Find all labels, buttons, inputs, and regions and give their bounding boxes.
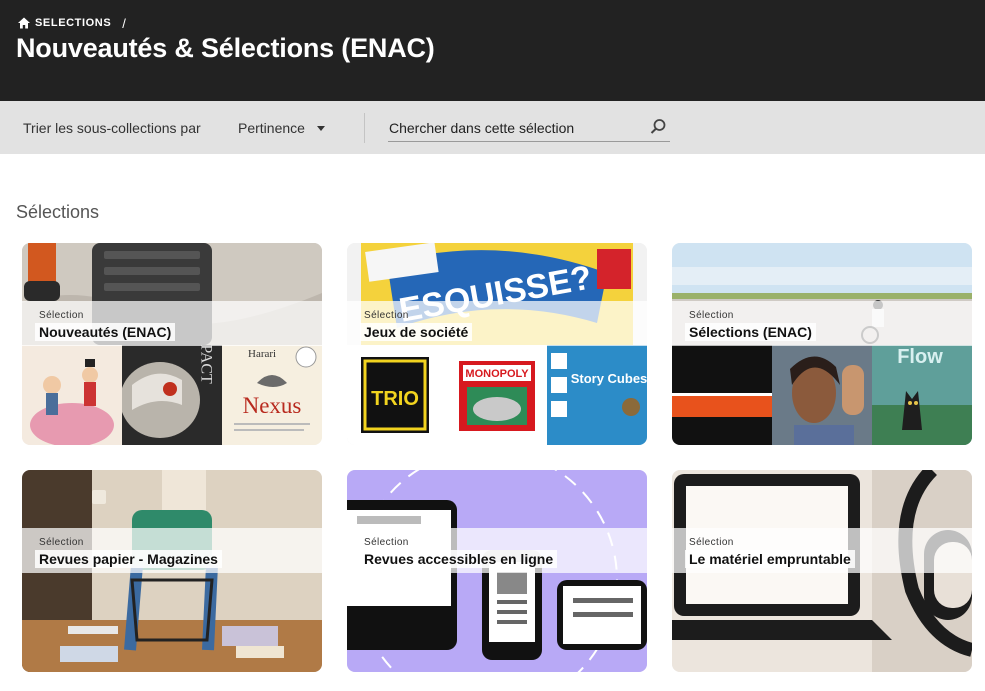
home-icon[interactable] — [17, 16, 31, 30]
breadcrumb: SELECTIONS / — [17, 15, 127, 31]
card-tag: Sélection — [689, 310, 734, 321]
card-title[interactable]: Revues accessibles en ligne — [360, 550, 558, 568]
card-tag: Sélection — [364, 537, 409, 548]
selection-card-jeux[interactable]: ESQUISSE? TRIO MONOPOLY Story Cubes Séle… — [347, 243, 647, 445]
book-cover-thumbnail: Flow — [872, 345, 972, 445]
card-title[interactable]: Sélections (ENAC) — [685, 323, 816, 341]
card-title[interactable]: Revues papier - Magazines — [35, 550, 222, 568]
thumb-text-mpact: MPACT — [198, 345, 215, 384]
book-cover-thumbnail — [672, 345, 772, 445]
svg-text:Harari: Harari — [248, 348, 276, 360]
game-box-thumbnail: TRIO — [347, 345, 447, 445]
game-box-thumbnail: MONOPOLY — [447, 345, 547, 445]
selection-card-revues-en-ligne[interactable]: Sélection Revues accessibles en ligne — [347, 470, 647, 672]
card-tag: Sélection — [39, 537, 84, 548]
card-thumbnails: Flow — [672, 345, 972, 445]
breadcrumb-separator: / — [122, 15, 127, 31]
book-cover-thumbnail — [772, 345, 872, 445]
page-header: SELECTIONS / Nouveautés & Sélections (EN… — [0, 0, 985, 101]
card-tag: Sélection — [39, 310, 84, 321]
selection-card-revues-papier[interactable]: Sélection Revues papier - Magazines — [22, 470, 322, 672]
search-box — [388, 113, 670, 142]
toolbar-divider — [364, 113, 365, 143]
card-title[interactable]: Jeux de société — [360, 323, 473, 341]
card-tag: Sélection — [364, 310, 409, 321]
breadcrumb-selections-link[interactable]: SELECTIONS — [35, 17, 111, 29]
book-cover-thumbnail: Harari Nexus — [222, 345, 322, 445]
book-cover-thumbnail — [22, 345, 122, 445]
selection-card-selections[interactable]: Flow Sélection Sélections (ENAC) — [672, 243, 972, 445]
sort-label: Trier les sous-collections par — [23, 120, 201, 136]
search-input[interactable] — [389, 118, 639, 138]
thumb-text-flow: Flow — [897, 346, 943, 368]
search-icon[interactable] — [648, 117, 668, 137]
page-title: Nouveautés & Sélections (ENAC) — [16, 33, 435, 63]
selection-card-nouveautes[interactable]: MPACT Harari Nexus Sélection Nouveautés … — [22, 243, 322, 445]
thumb-text-storycubes: Story Cubes — [571, 371, 647, 386]
card-tag: Sélection — [689, 537, 734, 548]
card-title[interactable]: Nouveautés (ENAC) — [35, 323, 176, 341]
game-box-thumbnail: Story Cubes — [547, 345, 647, 445]
card-thumbnails: TRIO MONOPOLY Story Cubes — [347, 345, 647, 445]
section-title: Sélections — [16, 202, 100, 222]
chevron-down-icon — [316, 125, 325, 131]
sort-dropdown-value: Pertinence — [238, 120, 305, 136]
thumb-text-trio: TRIO — [371, 388, 419, 410]
selection-card-materiel[interactable]: Sélection Le matériel empruntable — [672, 470, 972, 672]
thumb-text-monopoly: MONOPOLY — [465, 368, 529, 380]
svg-text:Nexus: Nexus — [243, 393, 302, 418]
card-title[interactable]: Le matériel empruntable — [685, 550, 855, 568]
toolbar: Trier les sous-collections par Pertinenc… — [0, 101, 985, 154]
sort-dropdown[interactable]: Pertinence — [238, 115, 325, 141]
book-cover-thumbnail: MPACT — [122, 345, 222, 445]
card-thumbnails: MPACT Harari Nexus — [22, 345, 322, 445]
